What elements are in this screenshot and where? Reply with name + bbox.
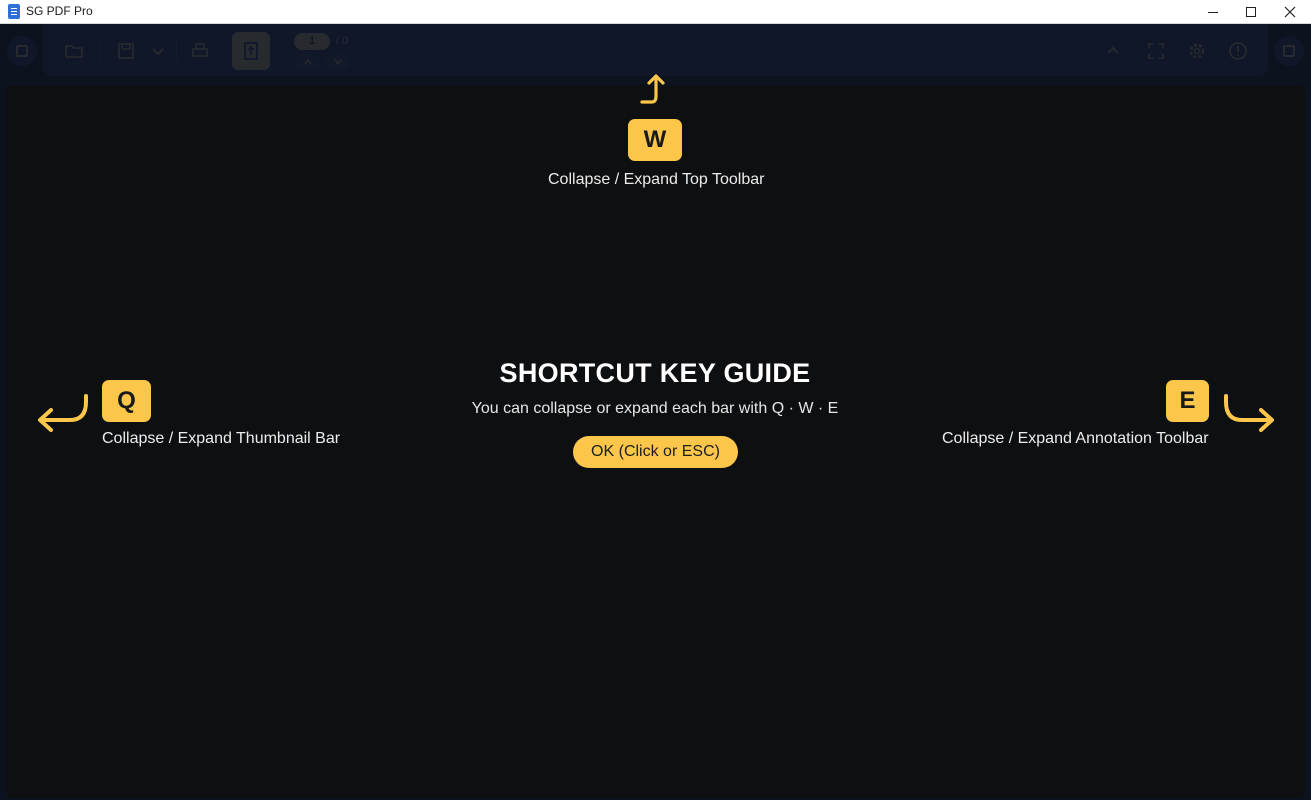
guide-subtitle: You can collapse or expand each bar with… bbox=[471, 400, 839, 417]
guide-title: SHORTCUT KEY GUIDE bbox=[499, 358, 811, 388]
minimize-icon bbox=[1208, 11, 1218, 13]
arrow-left-icon bbox=[38, 394, 88, 432]
shortcut-key-q: Q bbox=[102, 380, 151, 422]
arrow-right-icon bbox=[1224, 394, 1274, 432]
shortcut-key-e: E bbox=[1166, 380, 1209, 422]
window-titlebar: SG PDF Pro bbox=[0, 0, 1311, 24]
maximize-button[interactable] bbox=[1229, 0, 1273, 24]
ok-button[interactable]: OK (Click or ESC) bbox=[573, 436, 738, 468]
app-logo-icon bbox=[8, 4, 20, 19]
shortcut-label-e: Collapse / Expand Annotation Toolbar bbox=[942, 430, 1209, 447]
close-icon bbox=[1284, 6, 1296, 18]
shortcut-label-w: Collapse / Expand Top Toolbar bbox=[548, 171, 765, 188]
close-button[interactable] bbox=[1268, 0, 1311, 24]
maximize-icon bbox=[1246, 7, 1256, 17]
arrow-up-icon bbox=[640, 74, 665, 104]
shortcut-key-w: W bbox=[628, 119, 682, 161]
window-title: SG PDF Pro bbox=[26, 4, 93, 18]
shortcut-label-q: Collapse / Expand Thumbnail Bar bbox=[102, 430, 341, 447]
